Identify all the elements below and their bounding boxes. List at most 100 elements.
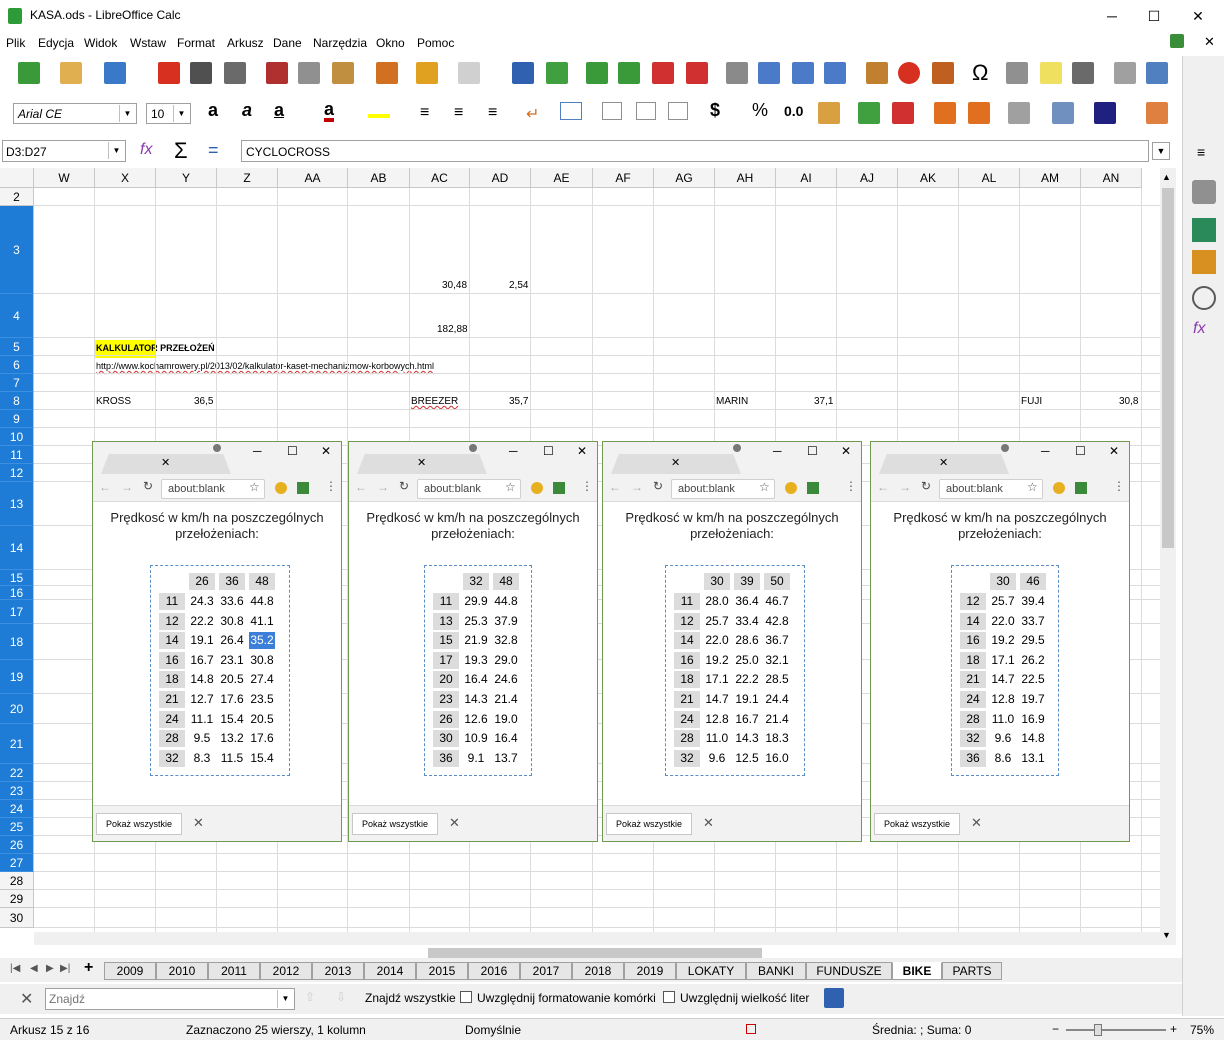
menu-edycja[interactable]: Edycja <box>38 36 74 50</box>
font-size-box[interactable]: 10 ▼ <box>146 103 191 124</box>
row-header[interactable]: 13 <box>0 482 34 526</box>
column-header[interactable]: AH <box>715 168 776 188</box>
find-replace-icon[interactable] <box>824 988 844 1008</box>
menu-wstaw[interactable]: Wstaw <box>130 36 166 50</box>
speed-value[interactable]: 9.1 <box>463 750 489 767</box>
speed-value[interactable]: 29.9 <box>463 593 489 610</box>
column-header[interactable]: Y <box>156 168 217 188</box>
bookmark-star-icon[interactable]: ☆ <box>249 480 260 494</box>
column-header[interactable]: AA <box>278 168 348 188</box>
speed-value[interactable]: 30.8 <box>219 613 245 630</box>
speed-value[interactable]: 28.6 <box>734 632 760 649</box>
speed-value[interactable]: 26.4 <box>219 632 245 649</box>
menu-okno[interactable]: Okno <box>376 36 405 50</box>
merge-cells-icon[interactable] <box>560 102 582 120</box>
sum-info[interactable]: Średnia: ; Suma: 0 <box>872 1023 971 1037</box>
close-download-bar-icon[interactable]: ✕ <box>703 815 714 831</box>
menu-narzedzia[interactable]: Narzędzia <box>313 36 367 50</box>
select-all-corner[interactable] <box>0 168 34 188</box>
speed-value[interactable]: 21.9 <box>463 632 489 649</box>
speed-value[interactable]: 22.5 <box>1020 671 1046 688</box>
chevron-down-icon[interactable]: ▼ <box>108 142 124 159</box>
speed-value[interactable]: 14.8 <box>1020 730 1046 747</box>
zoom-level[interactable]: 75% <box>1190 1023 1214 1037</box>
tab-close-icon[interactable]: ✕ <box>939 456 948 469</box>
speed-value[interactable]: 19.0 <box>493 711 519 728</box>
cell-x8[interactable]: KROSS <box>96 396 131 407</box>
row-header[interactable]: 24 <box>0 800 34 818</box>
speed-value[interactable]: 14.7 <box>704 691 730 708</box>
speed-value[interactable]: 16.7 <box>189 652 215 669</box>
align-bottom-icon[interactable] <box>668 102 688 120</box>
reload-icon[interactable]: ↻ <box>921 479 931 493</box>
border-color-icon[interactable] <box>1094 102 1116 124</box>
reload-icon[interactable]: ↻ <box>399 479 409 493</box>
speed-value[interactable]: 14.7 <box>990 671 1016 688</box>
conditional-format-icon[interactable] <box>1146 102 1168 124</box>
column-header[interactable]: W <box>34 168 95 188</box>
speed-value[interactable]: 13.1 <box>1020 750 1046 767</box>
speed-value[interactable]: 36.4 <box>734 593 760 610</box>
speed-value[interactable]: 15.4 <box>219 711 245 728</box>
menu-pomoc[interactable]: Pomoc <box>417 36 454 50</box>
insert-image-icon[interactable] <box>866 62 888 84</box>
increase-indent-icon[interactable] <box>934 102 956 124</box>
sort-icon[interactable] <box>726 62 748 84</box>
find-all-button[interactable]: Znajdź wszystkie <box>365 991 456 1005</box>
menu-arkusz[interactable]: Arkusz <box>227 36 264 50</box>
bookmark-star-icon[interactable]: ☆ <box>1027 480 1038 494</box>
column-header[interactable]: AJ <box>837 168 898 188</box>
function-wizard-icon[interactable]: fx <box>140 141 152 159</box>
last-sheet-icon[interactable]: ▶| <box>60 963 70 974</box>
pivot-table-icon[interactable] <box>932 62 954 84</box>
row-header[interactable]: 8 <box>0 392 34 410</box>
copy-icon[interactable] <box>298 62 320 84</box>
column-header[interactable]: AN <box>1081 168 1142 188</box>
speed-value[interactable]: 13.2 <box>219 730 245 747</box>
sheet-tab-2009[interactable]: 2009 <box>104 962 156 980</box>
sheet-tab-banki[interactable]: BANKI <box>746 962 806 980</box>
close-download-bar-icon[interactable]: ✕ <box>449 815 460 831</box>
tab-close-icon[interactable]: ✕ <box>161 456 170 469</box>
delete-decimal-icon[interactable] <box>892 102 914 124</box>
speed-value[interactable]: 17.1 <box>704 671 730 688</box>
speed-value[interactable]: 15.4 <box>249 750 275 767</box>
sheet-tab-fundusze[interactable]: FUNDUSZE <box>806 962 892 980</box>
menu-format[interactable]: Format <box>177 36 215 50</box>
scroll-thumb[interactable] <box>1162 188 1174 548</box>
speed-value[interactable]: 36.7 <box>764 632 790 649</box>
row-header[interactable]: 3 <box>0 206 34 294</box>
spelling-icon[interactable] <box>546 62 568 84</box>
column-header[interactable]: AL <box>959 168 1020 188</box>
row-header[interactable]: 11 <box>0 446 34 464</box>
cell-ac8[interactable]: BREEZER <box>411 396 458 407</box>
column-header[interactable]: AB <box>348 168 410 188</box>
delete-row-icon[interactable] <box>652 62 674 84</box>
styles-icon[interactable] <box>1192 218 1216 242</box>
row-header[interactable]: 14 <box>0 526 34 570</box>
tab-close-icon[interactable]: ✕ <box>417 456 426 469</box>
date-format-icon[interactable] <box>818 102 840 124</box>
chevron-down-icon[interactable]: ▼ <box>119 105 135 122</box>
extension-icon[interactable] <box>785 482 797 494</box>
prev-sheet-icon[interactable]: ◀ <box>30 963 38 974</box>
hyperlink-icon[interactable] <box>1006 62 1028 84</box>
extension-icon[interactable] <box>553 482 565 494</box>
speed-value[interactable]: 11.0 <box>704 730 730 747</box>
border-style-icon[interactable] <box>1052 102 1074 124</box>
speed-value[interactable]: 18.3 <box>764 730 790 747</box>
speed-value[interactable]: 19.3 <box>463 652 489 669</box>
format-checkbox[interactable] <box>460 991 472 1003</box>
sheet-tab-2016[interactable]: 2016 <box>468 962 520 980</box>
speed-value[interactable]: 42.8 <box>764 613 790 630</box>
cell-am8[interactable]: FUJI <box>1021 396 1042 407</box>
speed-value[interactable]: 28.5 <box>764 671 790 688</box>
speed-value[interactable]: 28.0 <box>704 593 730 610</box>
extension-icon[interactable] <box>1075 482 1087 494</box>
close-document-icon[interactable]: ✕ <box>1204 34 1215 50</box>
find-next-icon[interactable]: ⇩ <box>336 990 346 1004</box>
show-all-button[interactable]: Pokaż wszystkie <box>874 813 960 835</box>
bookmark-star-icon[interactable]: ☆ <box>759 480 770 494</box>
zoom-in-icon[interactable]: + <box>1170 1022 1177 1036</box>
font-name-box[interactable]: Arial CE ▼ <box>13 103 137 124</box>
